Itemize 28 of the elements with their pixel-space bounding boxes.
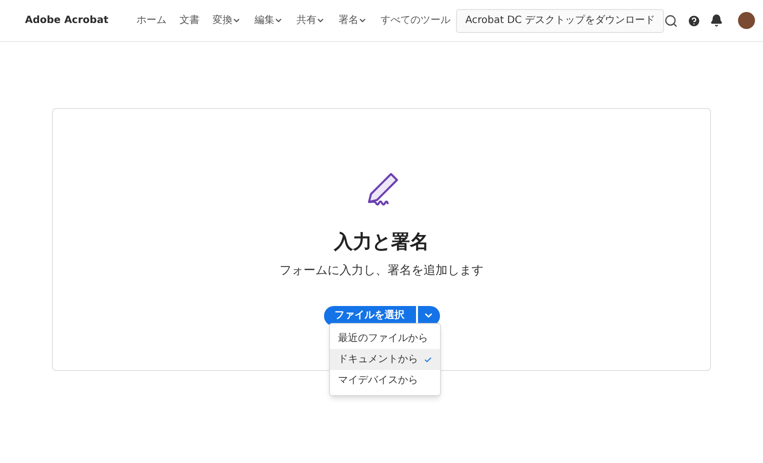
card-title: 入力と署名: [334, 230, 429, 255]
nav-item[interactable]: 変換: [212, 13, 242, 28]
avatar[interactable]: [738, 12, 755, 29]
menu-item-label: マイデバイスから: [338, 374, 418, 388]
menu-item-label: 最近のファイルから: [338, 332, 428, 346]
menu-item-label: ドキュメントから: [338, 353, 418, 367]
caret-icon: [274, 16, 284, 25]
caret-icon: [358, 16, 368, 25]
check-icon: [424, 354, 432, 364]
nav-item[interactable]: 文書: [179, 13, 200, 28]
card-subtitle: フォームに入力し、署名を追加します: [280, 262, 484, 278]
brand-name: Adobe Acrobat: [25, 14, 108, 28]
caret-icon: [316, 16, 326, 25]
search-icon[interactable]: [664, 14, 678, 28]
nav-item[interactable]: 共有: [296, 13, 326, 28]
caret-icon: [232, 16, 242, 25]
menu-item[interactable]: ドキュメントから: [330, 349, 440, 370]
nav-item[interactable]: すべてのツール: [380, 13, 450, 28]
menu-item[interactable]: 最近のファイルから: [330, 328, 440, 349]
nav-item[interactable]: ホーム: [136, 13, 166, 28]
dropdown-button[interactable]: [418, 306, 440, 326]
help-icon[interactable]: [686, 14, 701, 28]
select-file-button[interactable]: ファイルを選択: [324, 306, 416, 326]
menu-item[interactable]: マイデバイスから: [330, 370, 440, 391]
bell-icon[interactable]: [710, 14, 723, 27]
nav-item[interactable]: 署名: [338, 13, 368, 28]
download-button[interactable]: Acrobat DC デスクトップをダウンロード: [456, 8, 664, 32]
nav-item[interactable]: 編集: [254, 13, 284, 28]
